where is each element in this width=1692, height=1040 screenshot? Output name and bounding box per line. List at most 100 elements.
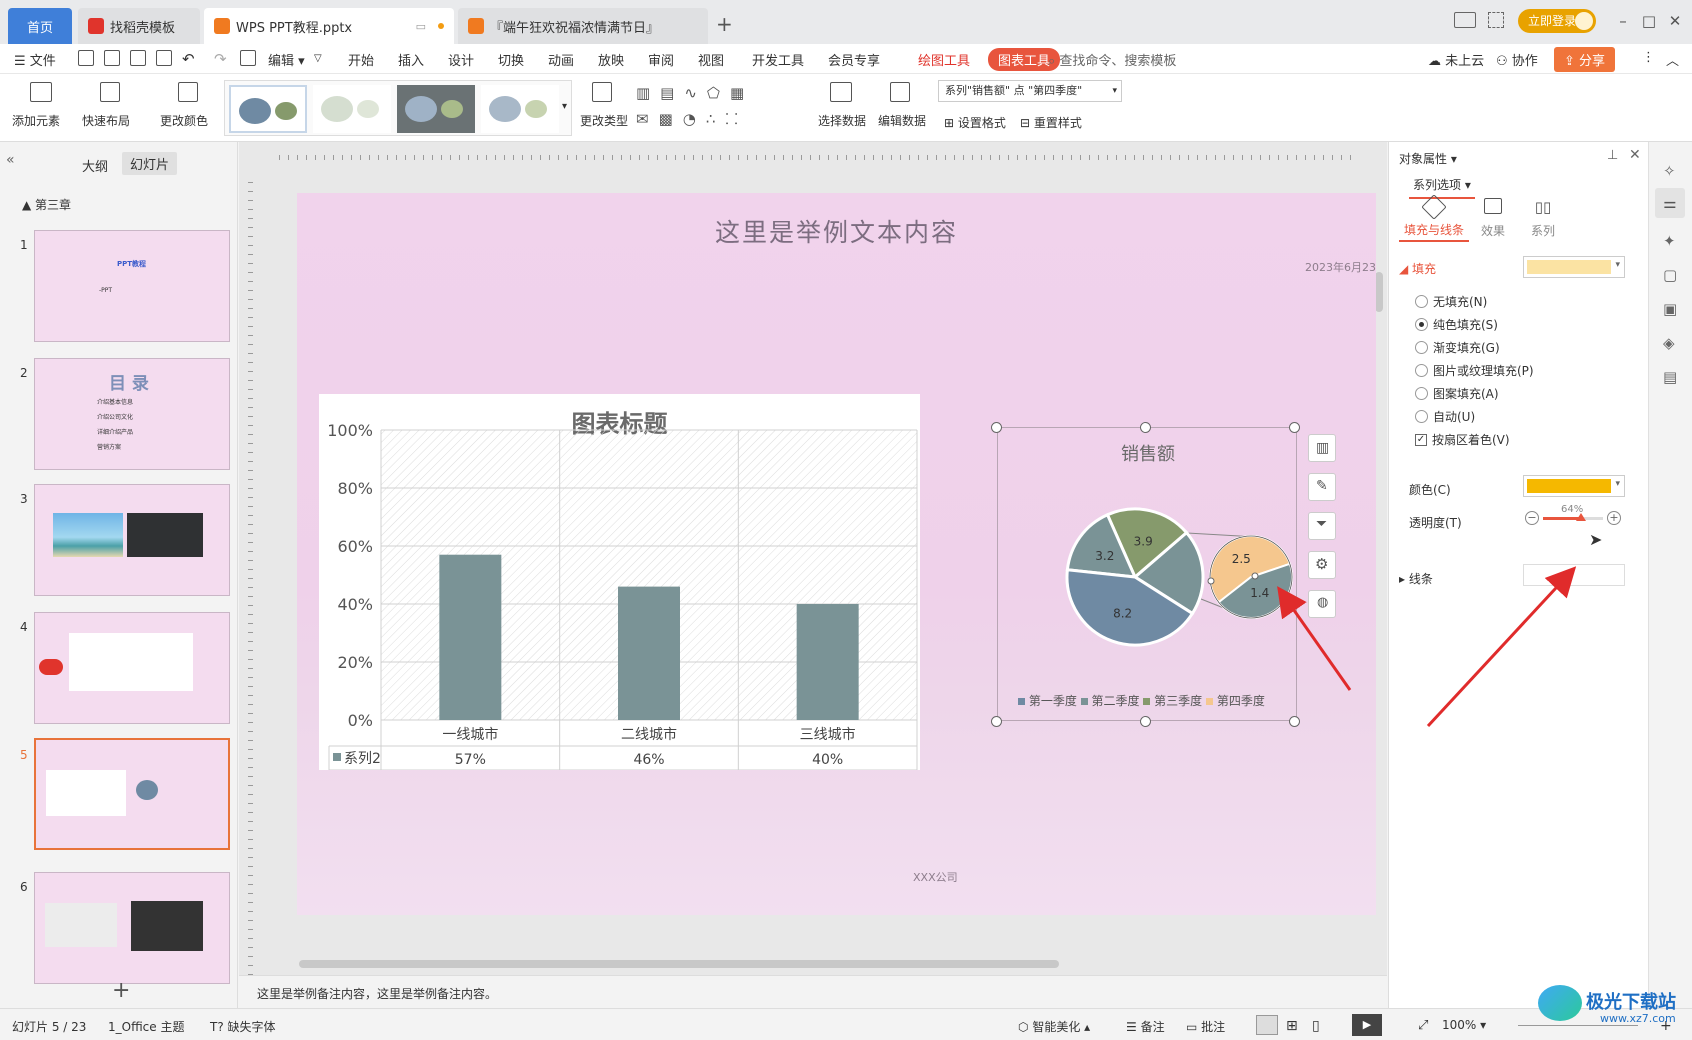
bar-chart[interactable]: 图表标题 100% 80% 60% 40% 20% 0% 一线城市 57% 二线城市 46% 三线城… xyxy=(319,394,920,770)
menu-draw-tools[interactable]: 绘图工具 xyxy=(918,50,970,69)
select-data-button[interactable]: 选择数据 xyxy=(818,112,866,129)
redo-icon[interactable]: ↷ xyxy=(214,50,227,68)
theme-name[interactable]: 1_Office 主题 xyxy=(108,1018,184,1035)
menu-insert[interactable]: 插入 xyxy=(398,50,424,69)
vertical-scrollbar[interactable] xyxy=(1375,272,1383,312)
line-style-picker[interactable] xyxy=(1523,564,1625,586)
tab-home[interactable]: 首页 xyxy=(8,8,72,44)
vary-by-sector-checkbox[interactable]: ✓ 按扇区着色(V) xyxy=(1415,431,1510,448)
zoom-slider[interactable] xyxy=(1518,1025,1638,1026)
chart-filter-button[interactable]: ⏷ xyxy=(1308,512,1336,540)
export-pdf-icon[interactable] xyxy=(104,50,120,66)
reset-style-button[interactable]: ⊟ 重置样式 xyxy=(1020,114,1082,131)
missing-font-button[interactable]: T? 缺失字体 xyxy=(210,1018,276,1035)
panel-header[interactable]: 对象属性 ▾ xyxy=(1399,150,1457,167)
new-tab-button[interactable]: + xyxy=(716,12,733,36)
bar[interactable] xyxy=(796,604,859,720)
chart-elements-button[interactable]: ▥ xyxy=(1308,434,1336,462)
comments-toggle[interactable]: ▭ 批注 xyxy=(1186,1018,1225,1035)
more-options-icon[interactable]: ⋮ xyxy=(1642,50,1655,65)
edit-data-button[interactable]: 编辑数据 xyxy=(878,112,926,129)
maximize-button[interactable]: □ xyxy=(1638,10,1660,32)
chart-tips-button[interactable]: ◍ xyxy=(1308,590,1336,618)
location-icon[interactable]: ◈ xyxy=(1663,334,1675,352)
collab-button[interactable]: ⚇ 协作 xyxy=(1496,50,1538,69)
chart-style-gallery[interactable]: ▾ xyxy=(224,80,572,136)
menu-view[interactable]: 视图 xyxy=(698,50,724,69)
tab-series[interactable]: ▯▯ 系列 xyxy=(1525,194,1561,239)
horizontal-scrollbar[interactable] xyxy=(299,960,1059,968)
chart-element-selector[interactable]: 系列"销售额" 点 "第四季度" ▾ xyxy=(938,80,1122,102)
gallery-expand-icon[interactable]: ▾ xyxy=(562,101,567,112)
resize-handle[interactable] xyxy=(991,422,1002,433)
decrease-transparency-button[interactable]: − xyxy=(1525,511,1539,525)
slide-thumbnail-6[interactable] xyxy=(34,872,230,984)
tab-effect[interactable]: 效果 xyxy=(1475,194,1511,239)
bar[interactable] xyxy=(618,586,680,720)
radio-gradient-fill[interactable]: 渐变填充(G) xyxy=(1415,339,1500,356)
add-element-button[interactable]: 添加元素 xyxy=(12,112,60,129)
preview-icon[interactable] xyxy=(156,50,172,66)
close-panel-icon[interactable]: ✕ xyxy=(1629,147,1641,163)
undo-icon[interactable]: ↶ xyxy=(182,50,195,68)
tab-document-2[interactable]: 『端午狂欢祝福浓情满节日』 xyxy=(458,8,708,44)
grid-view-button[interactable]: ⊞ xyxy=(1286,1018,1298,1034)
chart-style-2[interactable] xyxy=(313,85,391,133)
add-slide-button[interactable]: + xyxy=(112,978,130,1003)
radio-no-fill[interactable]: 无填充(N) xyxy=(1415,293,1487,310)
close-window-button[interactable]: ✕ xyxy=(1664,10,1686,32)
chart-style-1[interactable] xyxy=(229,85,307,133)
tab-slides[interactable]: 幻灯片 xyxy=(122,152,178,175)
slide-thumbnail-4[interactable] xyxy=(34,612,230,724)
apps-grid-icon[interactable] xyxy=(1488,12,1504,28)
tab-fill-line[interactable]: 填充与线条 xyxy=(1399,194,1469,242)
share-button[interactable]: ⇪ 分享 xyxy=(1554,47,1616,72)
normal-view-button[interactable] xyxy=(1256,1015,1278,1035)
pin-icon[interactable]: ⊥ xyxy=(1607,148,1618,163)
menu-developer[interactable]: 开发工具 xyxy=(752,50,804,69)
menu-start[interactable]: 开始 xyxy=(348,50,374,69)
tab-template[interactable]: 找稻壳模板 xyxy=(78,8,200,44)
set-format-button[interactable]: ⊞ 设置格式 xyxy=(944,114,1006,131)
slide-thumbnail-3[interactable] xyxy=(34,484,230,596)
menu-design[interactable]: 设计 xyxy=(448,50,474,69)
change-color-button[interactable]: 更改颜色 xyxy=(160,112,208,129)
resize-handle[interactable] xyxy=(1140,716,1151,727)
login-button[interactable]: 立即登录 xyxy=(1518,9,1596,33)
menu-slideshow[interactable]: 放映 xyxy=(598,50,624,69)
menu-member[interactable]: 会员专享 xyxy=(828,50,880,69)
print-icon[interactable] xyxy=(130,50,146,66)
pie-legend[interactable]: 第一季度 第二季度 第三季度 第四季度 xyxy=(1018,692,1298,709)
slide-counter[interactable]: 幻灯片 5 / 23 xyxy=(12,1018,86,1035)
properties-icon[interactable]: ⚌ xyxy=(1655,188,1685,218)
chart-style-button[interactable]: ✎ xyxy=(1308,473,1336,501)
notes-toggle[interactable]: ☰ 备注 xyxy=(1126,1018,1165,1035)
comment-icon[interactable]: ▢ xyxy=(1663,266,1677,284)
color-picker[interactable]: ▾ xyxy=(1523,475,1625,497)
book-icon[interactable]: ▤ xyxy=(1663,368,1677,386)
command-search[interactable]: ⌕ 查找命令、搜索模板 xyxy=(1048,50,1176,69)
change-type-button[interactable]: 更改类型 xyxy=(580,112,628,129)
slide-thumbnail-5[interactable] xyxy=(34,738,230,850)
smart-beautify-button[interactable]: ⬡ 智能美化 ▴ xyxy=(1018,1018,1090,1035)
resize-handle[interactable] xyxy=(1289,716,1300,727)
slide-thumbnail-1[interactable]: PPT教程 -PPT xyxy=(34,230,230,342)
menu-review[interactable]: 审阅 xyxy=(648,50,674,69)
resize-handle[interactable] xyxy=(1289,422,1300,433)
magic-icon[interactable]: ✧ xyxy=(1663,162,1676,180)
bar[interactable] xyxy=(439,554,502,720)
menu-edit[interactable]: 编辑 ▾ xyxy=(268,50,305,69)
pin-tool-icon[interactable]: ✦ xyxy=(1663,232,1676,250)
radio-auto[interactable]: 自动(U) xyxy=(1415,408,1475,425)
collapse-panel-icon[interactable]: « xyxy=(6,152,15,168)
play-button[interactable]: ▶ xyxy=(1352,1014,1382,1036)
cloud-status[interactable]: ☁ 未上云 xyxy=(1428,50,1484,69)
reading-view-button[interactable]: ▯ xyxy=(1312,1018,1320,1034)
fit-window-icon[interactable]: ⤢ xyxy=(1418,1018,1428,1033)
collapse-ribbon-icon[interactable]: ︿ xyxy=(1666,50,1679,69)
resize-handle[interactable] xyxy=(991,716,1002,727)
menu-file[interactable]: ☰ 文件 xyxy=(14,50,56,69)
notes-text[interactable]: 这里是举例备注内容，这里是举例备注内容。 xyxy=(257,985,497,1002)
menu-animation[interactable]: 动画 xyxy=(548,50,574,69)
slide-title[interactable]: 这里是举例文本内容 xyxy=(297,213,1376,249)
